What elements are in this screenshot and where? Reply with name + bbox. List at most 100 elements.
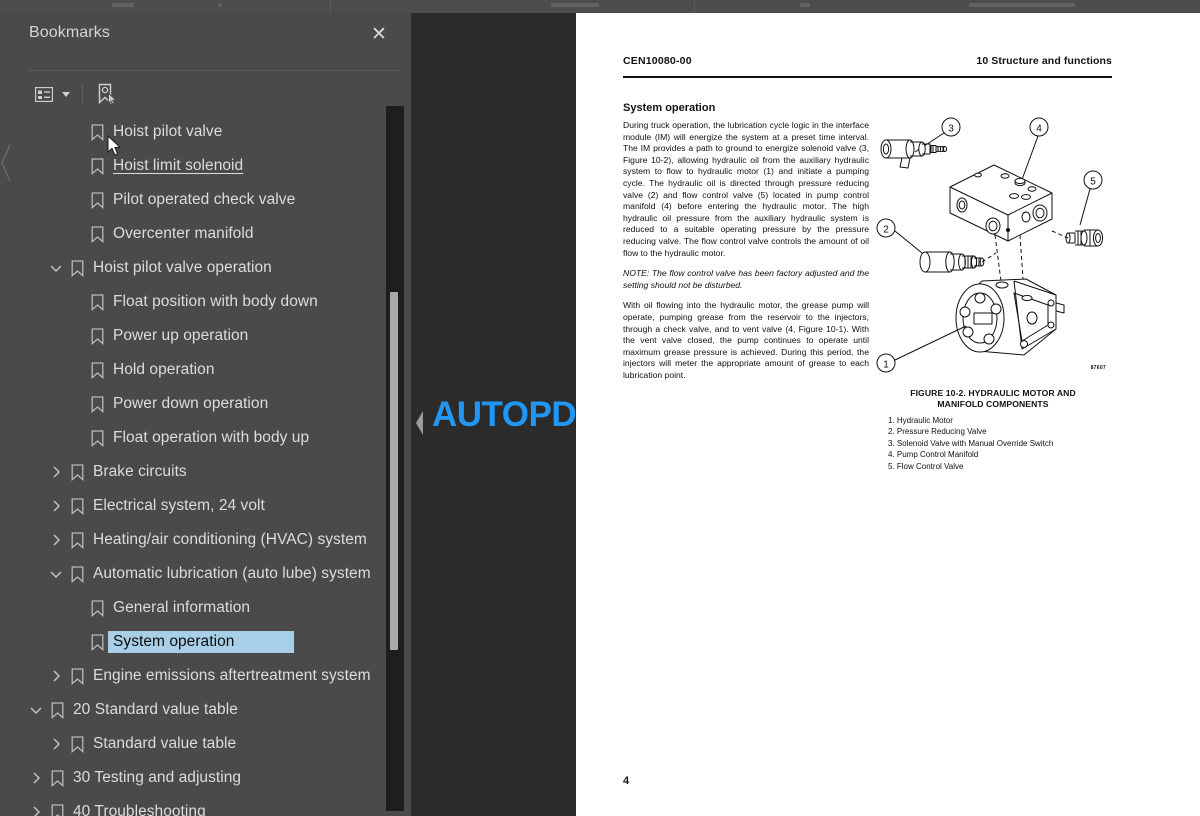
toolbar-item[interactable] [112, 3, 134, 7]
bookmark-item[interactable]: General information [11, 591, 401, 625]
toolbar-item[interactable] [551, 3, 599, 7]
page-number: 4 [623, 775, 630, 787]
chevron-down-icon[interactable] [25, 693, 47, 727]
svg-text:3: 3 [948, 124, 954, 135]
toolbar-item[interactable] [218, 3, 222, 7]
toolbar-item[interactable] [969, 3, 1075, 7]
bookmark-tree[interactable]: Hoist pilot valve Hoist limit solenoid Pil… [11, 115, 401, 816]
header-rule [623, 76, 1112, 78]
bookmark-item-label: Float operation with body up [113, 429, 310, 446]
legend-item: 2. Pressure Reducing Valve [888, 427, 987, 437]
bookmark-item[interactable]: Heating/air conditioning (HVAC) system [11, 523, 401, 557]
bookmark-item[interactable]: Brake circuits [11, 455, 401, 489]
bookmark-item[interactable]: Hold operation [11, 353, 401, 387]
bookmark-icon [87, 387, 107, 421]
bookmark-icon [67, 251, 87, 285]
bookmark-item-label: Standard value table [93, 735, 237, 752]
bookmark-icon [87, 625, 107, 659]
bookmark-item-label: Automatic lubrication (auto lube) system [93, 565, 371, 582]
bookmark-icon [87, 285, 107, 319]
bookmark-options-icon[interactable] [29, 80, 59, 108]
chevron-right-icon[interactable] [45, 455, 67, 489]
bookmark-item[interactable]: Power down operation [11, 387, 401, 421]
bookmark-icon [87, 149, 107, 183]
legend-item: 3. Solenoid Valve with Manual Override S… [888, 438, 1054, 448]
chevron-left-icon [1, 144, 11, 182]
bookmark-item[interactable]: Overcenter manifold [11, 217, 401, 251]
pdf-reader-window: Bookmarks ✕ Hoist pilot valve Hoist limi… [0, 0, 1200, 816]
bookmark-icon [87, 421, 107, 455]
figure-block: 3 4 5 2 1 87607 FIGURE 10-2. HYDRAULIC M… [874, 113, 1112, 471]
bookmark-item-label: Engine emissions aftertreatment system [93, 667, 371, 684]
bookmark-item[interactable]: Hoist pilot valve operation [11, 251, 401, 285]
toolbar-divider [82, 84, 83, 104]
chevron-down-icon[interactable] [45, 557, 67, 591]
bookmark-icon [87, 217, 107, 251]
legend-item: 4. Pump Control Manifold [888, 450, 979, 460]
close-icon[interactable]: ✕ [367, 23, 391, 47]
note-paragraph: NOTE: The flow control valve has been fa… [623, 268, 869, 290]
bookmark-item-label: Power up operation [113, 327, 249, 344]
bookmark-icon [67, 489, 87, 523]
section-title: System operation [623, 102, 716, 114]
document-section: 10 Structure and functions [976, 55, 1112, 67]
top-toolbar[interactable] [0, 0, 1200, 14]
bookmark-item-label: Hoist pilot valve operation [93, 259, 272, 276]
body-column: During truck operation, the lubrication … [623, 120, 869, 390]
bookmark-item[interactable]: Float position with body down [11, 285, 401, 319]
bookmarks-panel: Bookmarks ✕ Hoist pilot valve Hoist limi… [11, 13, 411, 816]
chevron-right-icon[interactable] [25, 795, 47, 816]
bookmark-item[interactable]: 20 Standard value table [11, 693, 401, 727]
bookmark-icon [87, 183, 107, 217]
bookmark-icon [47, 693, 67, 727]
bookmark-item[interactable]: Standard value table [11, 727, 401, 761]
chevron-down-icon[interactable] [59, 80, 73, 108]
bookmark-item-label: 20 Standard value table [73, 701, 238, 718]
toolbar-item[interactable] [800, 3, 810, 7]
bookmark-item-label: Overcenter manifold [113, 225, 254, 242]
bookmark-item[interactable]: Power up operation [11, 319, 401, 353]
svg-text:1: 1 [883, 360, 889, 371]
chevron-right-icon[interactable] [45, 523, 67, 557]
new-bookmark-icon[interactable] [92, 80, 122, 108]
bookmark-item[interactable]: Electrical system, 24 volt [11, 489, 401, 523]
figure-caption-line1: FIGURE 10-2. HYDRAULIC MOTOR AND [910, 388, 1076, 398]
chevron-right-icon[interactable] [45, 489, 67, 523]
chevron-down-icon[interactable] [45, 251, 67, 285]
bookmark-item[interactable]: 30 Testing and adjusting [11, 761, 401, 795]
bookmark-item-label: Power down operation [113, 395, 269, 412]
chevron-right-icon[interactable] [25, 761, 47, 795]
paragraph: With oil flowing into the hydraulic moto… [623, 300, 869, 380]
bookmark-icon [87, 319, 107, 353]
bookmark-item-label: General information [113, 599, 251, 616]
bookmark-item[interactable]: Engine emissions aftertreatment system [11, 659, 401, 693]
bookmark-item[interactable]: Hoist limit solenoid [11, 149, 401, 183]
bookmark-item[interactable]: Pilot operated check valve [11, 183, 401, 217]
bookmark-item[interactable]: Hoist pilot valve [11, 115, 401, 149]
bookmark-icon [67, 557, 87, 591]
bookmark-item[interactable]: Automatic lubrication (auto lube) system [11, 557, 401, 591]
bookmark-item[interactable]: System operation [11, 625, 401, 659]
chevron-right-icon[interactable] [45, 727, 67, 761]
bookmark-item-label: Brake circuits [93, 463, 187, 480]
legend-item: 1. Hydraulic Motor [888, 416, 953, 425]
svg-text:4: 4 [1036, 124, 1042, 135]
bookmark-item-label: Hoist limit solenoid [113, 157, 244, 174]
chevron-right-icon[interactable] [45, 659, 67, 693]
bookmark-item-label: 40 Troubleshooting [73, 803, 206, 816]
bookmarks-scrollbar-thumb[interactable] [390, 292, 398, 650]
viewer-collapse-icon[interactable] [414, 408, 426, 438]
legend-item: 5. Flow Control Valve [888, 461, 964, 471]
bookmark-item-label: Heating/air conditioning (HVAC) system [93, 531, 367, 548]
bookmark-item[interactable]: 40 Troubleshooting [11, 795, 401, 816]
document-code: CEN10080-00 [623, 55, 692, 67]
bookmark-item[interactable]: Float operation with body up [11, 421, 401, 455]
